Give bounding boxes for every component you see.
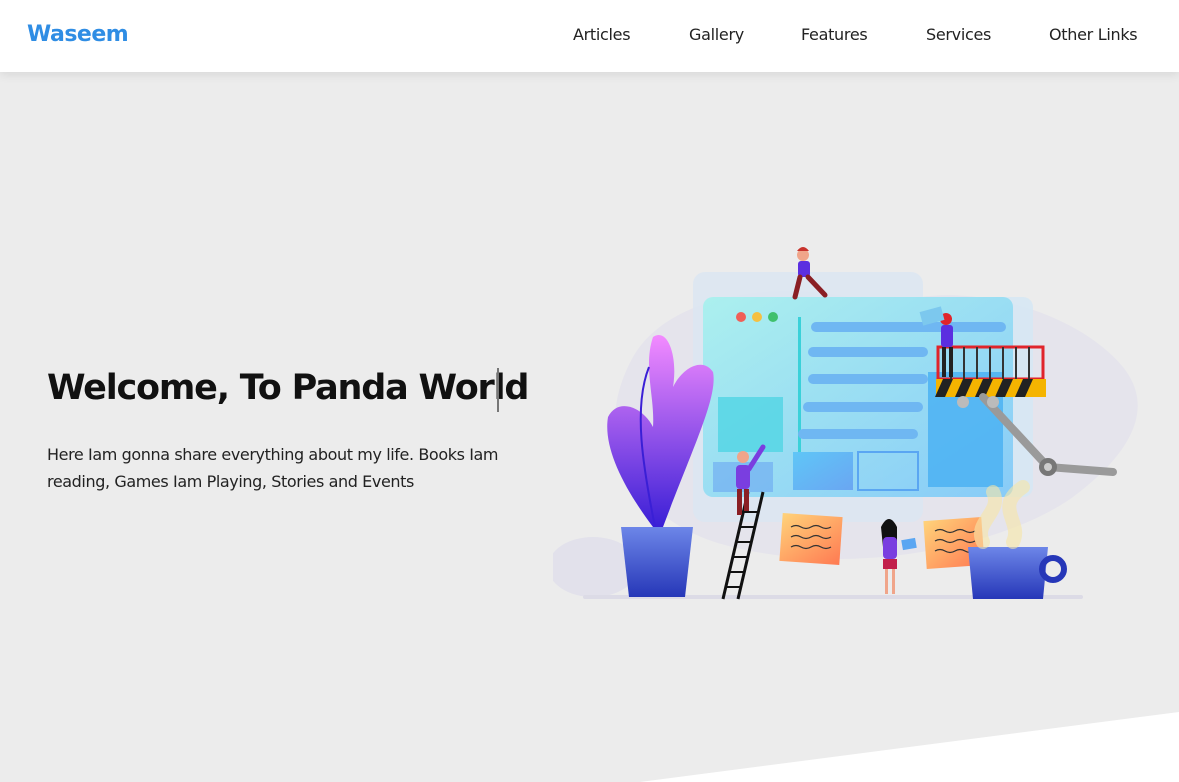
content-line [808,347,928,357]
content-line [803,402,923,412]
sticky-note [779,512,843,566]
site-logo[interactable]: Waseem [27,22,129,47]
hero-section: Welcome, To Panda World Here Iam gonna s… [0,72,1179,782]
window-dot-green [768,312,778,322]
typing-caret [497,368,499,412]
site-header: Waseem Articles Gallery Features Service… [0,0,1179,72]
coffee-mug [968,547,1048,599]
window-dot-red [736,312,746,322]
nav-link-other-links[interactable]: Other Links [1049,25,1138,44]
content-line [798,429,918,439]
content-line [811,322,1006,332]
content-block [718,397,783,452]
content-line [808,374,928,384]
content-block [793,452,853,490]
nav-link-services[interactable]: Services [926,25,991,44]
nav-link-features[interactable]: Features [801,25,868,44]
window-dot-yellow [752,312,762,322]
plant-pot [621,527,693,597]
nav-link-articles[interactable]: Articles [573,25,631,44]
hero-title: Welcome, To Panda World [47,368,529,408]
nav-link-gallery[interactable]: Gallery [689,25,744,44]
website-builders-illustration [553,247,1138,600]
hero-description: Here Iam gonna share everything about my… [47,445,499,491]
